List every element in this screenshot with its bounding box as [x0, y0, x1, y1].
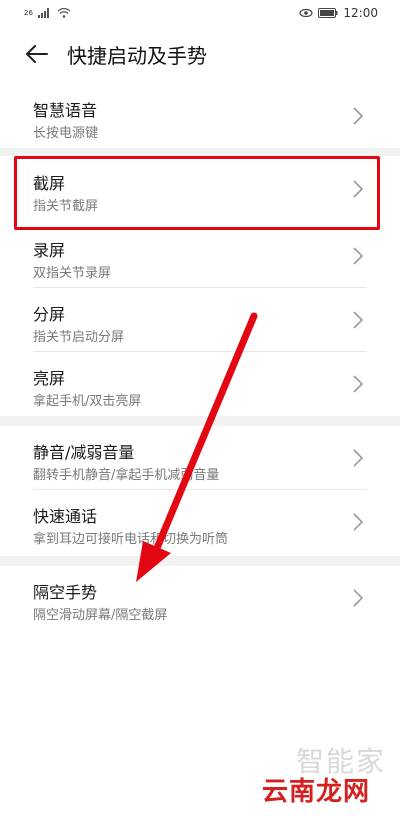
annotation-arrow-icon: [136, 312, 258, 582]
watermark-bottom: 云南龙网: [261, 777, 370, 807]
